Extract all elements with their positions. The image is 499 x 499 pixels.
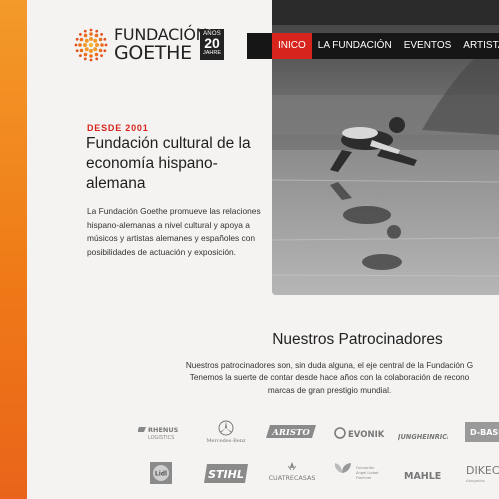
logo-dot <box>89 54 93 58</box>
logo-dot <box>89 28 93 32</box>
basf-logo-text: D-BASF <box>470 428 499 437</box>
logo-dot <box>100 32 104 36</box>
svg-text:Abogados: Abogados <box>466 478 485 483</box>
side-accent-bar <box>0 0 27 499</box>
anniversary-badge: AÑOS 20 JAHRE <box>200 29 224 60</box>
cuatrecasas-logo[interactable]: CUATRECASAS <box>266 461 318 484</box>
logo-dot <box>75 37 79 41</box>
dikec-logo-text: DIKEC <box>466 464 499 477</box>
nav-item-eventos[interactable]: EVENTOS <box>398 33 458 59</box>
lidl-logo[interactable]: Lidl <box>150 462 172 484</box>
logo-dot <box>93 38 98 43</box>
sun-dots-icon <box>74 28 108 62</box>
logo-dot <box>89 49 93 53</box>
aristo-logo[interactable]: ARISTO <box>266 423 316 440</box>
logo-dot <box>95 57 99 61</box>
logo-dot <box>94 52 99 57</box>
evonik-logo[interactable]: EVONIK <box>334 425 385 440</box>
logo-dot <box>84 47 89 52</box>
logo-dot <box>83 29 87 33</box>
logo-dot <box>79 48 84 53</box>
sponsors-heading: Nuestros Patrocinadores <box>272 331 443 348</box>
badge-bottom-label: JAHRE <box>202 50 222 56</box>
fundacion-leaf-logo[interactable]: Fundación Ángel Llobet Flechner <box>332 461 384 485</box>
mahle-logo[interactable]: MAHLE <box>404 467 442 482</box>
jungheinrich-logo-text: JUNGHEINRICH <box>398 433 448 441</box>
logo-dot <box>104 43 108 47</box>
intro-paragraph: La Fundación Goethe promueve las relacio… <box>87 206 261 257</box>
logo-dot <box>89 58 93 62</box>
mahle-logo-text: MAHLE <box>404 471 441 482</box>
logo-dot <box>83 43 87 47</box>
jungheinrich-logo[interactable]: JUNGHEINRICH <box>396 427 453 441</box>
basf-logo[interactable]: D-BASF <box>465 422 499 442</box>
logo-dot <box>93 47 98 52</box>
aristo-logo-text: ARISTO <box>271 428 310 438</box>
logo-dot <box>95 29 99 33</box>
since-eyebrow: DESDE 2001 <box>87 123 149 133</box>
logo-dot <box>89 32 93 36</box>
nav-item-la-fundacion[interactable]: LA FUNDACIÓN <box>312 33 398 59</box>
logo-dot <box>78 32 82 36</box>
rhenus-logo[interactable]: RHENUS LOGISTICS <box>137 424 184 442</box>
stihl-logo-text: STIHL <box>208 468 244 481</box>
main-navigation: INICO LA FUNDACIÓN EVENTOS ARTISTAS <box>247 33 499 59</box>
logo-dot <box>78 54 82 58</box>
logo-dot <box>95 43 99 47</box>
rhenus-logo-subtext: LOGISTICS <box>148 435 174 441</box>
svg-text:Ángel Llobet: Ángel Llobet <box>356 470 379 475</box>
logo-dot <box>103 49 107 53</box>
logo-dot <box>83 57 87 61</box>
logo-dot <box>98 48 103 53</box>
sponsors-text-line: Tenemos la suerte de contar desde hace a… <box>189 373 470 383</box>
nav-item-inicio[interactable]: INICO <box>272 33 312 59</box>
cuatrecasas-logo-text: CUATRECASAS <box>269 474 316 482</box>
mercedes-star-logo[interactable]: Mercedes-Benz <box>206 419 246 445</box>
logo-dot <box>84 38 89 43</box>
logo-dot <box>78 43 82 47</box>
nav-item-artistas[interactable]: ARTISTAS <box>457 33 499 59</box>
logo-dot <box>100 43 104 47</box>
evonik-logo-text: EVONIK <box>348 430 384 440</box>
logo-name-line1: FUNDACIÓN <box>114 25 208 44</box>
logo-dot <box>75 49 79 53</box>
mercedes-logo-text: Mercedes-Benz <box>206 438 245 444</box>
logo-dot <box>79 37 84 42</box>
svg-text:Fundación: Fundación <box>356 466 374 470</box>
logo-dot <box>83 33 88 38</box>
lidl-logo-text: Lidl <box>155 471 167 478</box>
badge-number: 20 <box>204 35 220 51</box>
sponsors-text-line: marcas de gran prestigio mundial. <box>267 385 392 395</box>
rhenus-logo-text: RHENUS <box>148 426 179 434</box>
dikec-logo[interactable]: DIKEC Abogados <box>465 462 499 486</box>
logo-dot <box>100 54 104 58</box>
logo-dot <box>83 52 88 57</box>
svg-text:Flechner: Flechner <box>356 476 372 480</box>
logo-dot <box>103 37 107 41</box>
logo-dot <box>94 33 99 38</box>
page-headline: Fundación cultural de la economía hispan… <box>86 135 251 192</box>
logo-dot <box>89 37 93 41</box>
site-logo[interactable]: FUNDACIÓN GOETHE <box>74 25 208 64</box>
logo-dot <box>98 37 103 42</box>
logo-dot <box>74 43 78 47</box>
logo-name-line2: GOETHE <box>114 42 192 64</box>
logo-dot <box>88 42 94 48</box>
sponsors-text-line: Nuestros patrocinadores son, sin duda al… <box>185 361 474 370</box>
stihl-logo[interactable]: STIHL <box>204 464 248 483</box>
sponsors-description: Nuestros patrocinadores son, sin duda al… <box>160 360 499 400</box>
